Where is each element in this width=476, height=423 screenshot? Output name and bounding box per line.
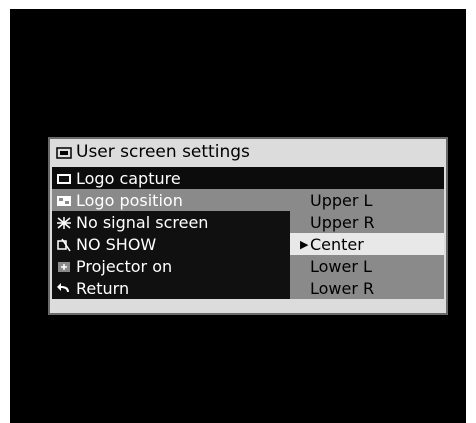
menu-title-bar: User screen settings [50, 139, 446, 165]
menu-item-return[interactable]: Return Lower R [52, 277, 444, 299]
option-lower-r[interactable]: Lower R [290, 277, 444, 299]
option-label: Lower L [310, 256, 372, 276]
user-screen-icon [56, 145, 72, 159]
option-lower-l[interactable]: Lower L [290, 255, 444, 277]
menu-item-label: No signal screen [76, 212, 209, 232]
menu-item-projector-on[interactable]: Projector on Lower L [52, 255, 444, 277]
menu-item-label: Return [76, 278, 130, 298]
selected-marker-icon: ▶ [300, 237, 309, 251]
menu-item-no-signal-screen[interactable]: No signal screen Upper R [52, 211, 444, 233]
menu-item-no-show[interactable]: NO SHOW ▶ Center [52, 233, 444, 255]
menu-item-logo-position[interactable]: Logo position Upper L [52, 189, 444, 211]
logo-position-item[interactable]: Logo position [52, 189, 290, 211]
menu-item-label: NO SHOW [76, 234, 157, 254]
no-show-icon [56, 237, 72, 252]
no-show-item[interactable]: NO SHOW [52, 233, 290, 255]
projector-on-icon [56, 259, 72, 273]
return-icon [56, 281, 72, 295]
projector-on-item[interactable]: Projector on [52, 255, 290, 277]
return-item[interactable]: Return [52, 277, 290, 299]
no-signal-item[interactable]: No signal screen [52, 211, 290, 233]
menu-item-label: Logo position [76, 190, 183, 210]
option-upper-r[interactable]: Upper R [290, 211, 444, 233]
option-label: Lower R [310, 278, 375, 298]
logo-capture-item[interactable]: Logo capture [52, 167, 290, 189]
option-label: Center [310, 234, 364, 254]
menu-rows: Logo capture Logo position Upper L No si… [52, 167, 444, 299]
menu-item-label: Projector on [76, 256, 173, 276]
menu-item-label: Logo capture [76, 168, 181, 188]
logo-position-icon [56, 193, 72, 207]
projector-screen: User screen settings Logo capture Logo p… [10, 9, 466, 423]
option-center[interactable]: ▶ Center [290, 233, 444, 255]
option-empty [290, 167, 444, 189]
no-signal-icon [56, 215, 72, 229]
option-upper-l[interactable]: Upper L [290, 189, 444, 211]
logo-capture-icon [56, 171, 72, 185]
user-screen-settings-menu: User screen settings Logo capture Logo p… [48, 137, 448, 315]
option-label: Upper R [310, 212, 375, 232]
menu-item-logo-capture[interactable]: Logo capture [52, 167, 444, 189]
menu-title: User screen settings [76, 142, 250, 162]
option-label: Upper L [310, 190, 373, 210]
